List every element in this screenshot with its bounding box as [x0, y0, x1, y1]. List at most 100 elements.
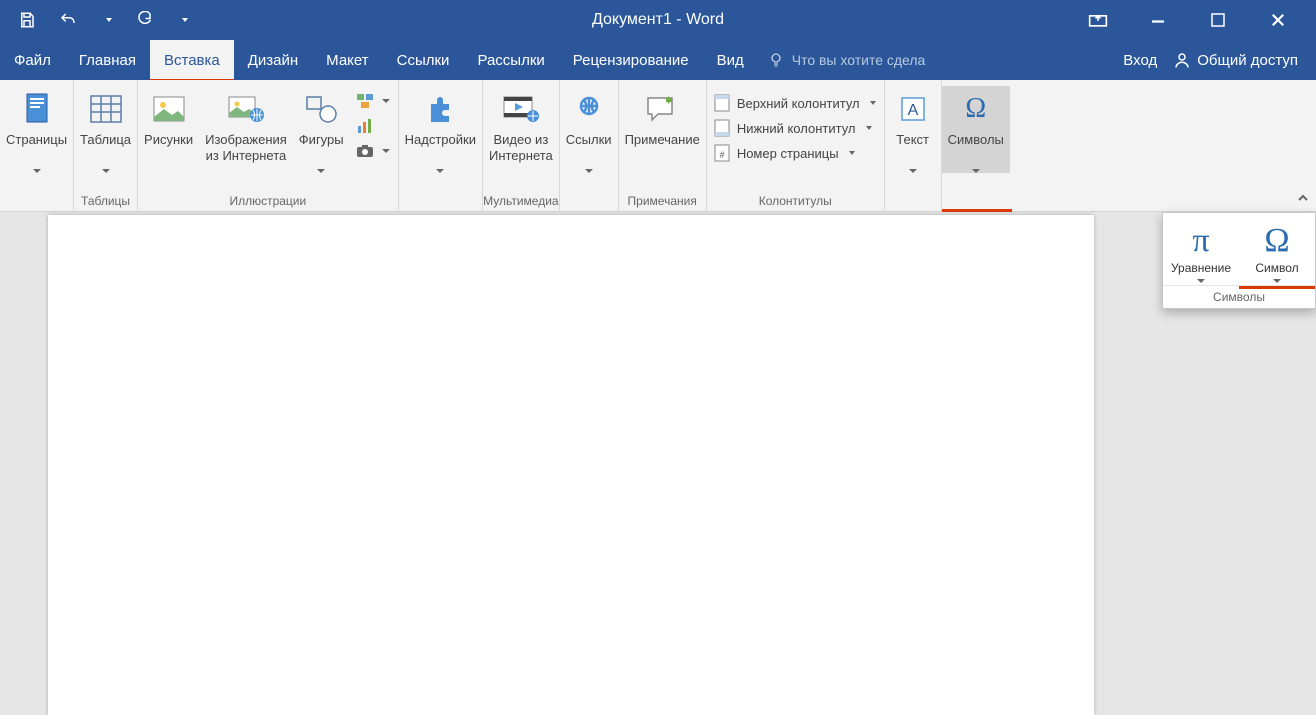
symbols-dropdown-panel: π Уравнение Ω Символ Символы: [1162, 212, 1316, 309]
quick-access-toolbar: [0, 11, 188, 29]
pages-label: Страницы: [6, 132, 67, 148]
ribbon: Страницы Таблица Таблицы Рисун: [0, 80, 1316, 212]
person-icon: [1173, 51, 1191, 69]
symbol-highlight-bar: [1239, 286, 1315, 289]
text-button[interactable]: A Текст: [885, 86, 941, 173]
symbol-button[interactable]: Ω Символ: [1239, 217, 1315, 285]
page-icon: [23, 88, 51, 130]
addins-label: Надстройки: [405, 132, 476, 148]
text-label: Текст: [896, 132, 929, 148]
symbols-label: Символы: [948, 132, 1004, 148]
document-page[interactable]: [48, 215, 1094, 715]
pages-button[interactable]: Страницы: [0, 86, 73, 173]
tab-insert[interactable]: Вставка: [150, 40, 234, 80]
title-bar: Документ1 - Word: [0, 0, 1316, 40]
undo-dropdown[interactable]: [100, 18, 112, 22]
login-button[interactable]: Вход: [1123, 52, 1157, 69]
footer-label: Нижний колонтитул: [737, 121, 856, 136]
comments-group-label: Примечания: [619, 190, 706, 211]
pi-icon: π: [1192, 219, 1209, 261]
pictures-button[interactable]: Рисунки: [138, 86, 199, 166]
tab-design[interactable]: Дизайн: [234, 40, 312, 80]
close-icon[interactable]: [1268, 10, 1288, 30]
comment-icon: [644, 88, 680, 130]
equation-label: Уравнение: [1171, 261, 1231, 275]
shapes-label: Фигуры: [299, 132, 344, 148]
tell-me-placeholder: Что вы хотите сдела: [792, 52, 926, 68]
tab-review[interactable]: Рецензирование: [559, 40, 703, 80]
picture-icon: [152, 88, 186, 130]
tab-layout[interactable]: Макет: [312, 40, 382, 80]
save-icon[interactable]: [18, 11, 36, 29]
page-number-icon: #: [713, 144, 731, 162]
share-button[interactable]: Общий доступ: [1173, 51, 1298, 69]
window-title: Документ1 - Word: [592, 11, 724, 29]
tab-home[interactable]: Главная: [65, 40, 150, 80]
online-pictures-button[interactable]: Изображения из Интернета: [199, 86, 293, 166]
shapes-button[interactable]: Фигуры: [293, 86, 350, 173]
chevron-down-icon: [102, 169, 110, 173]
table-label: Таблица: [80, 132, 131, 148]
hf-group-label: Колонтитулы: [707, 190, 884, 211]
textbox-icon: A: [899, 88, 927, 130]
chevron-down-icon: [382, 99, 390, 103]
video-icon: [502, 88, 540, 130]
table-button[interactable]: Таблица: [74, 86, 137, 173]
tab-references[interactable]: Ссылки: [383, 40, 464, 80]
qat-customize-dropdown[interactable]: [176, 18, 188, 22]
symbol-label: Символ: [1255, 261, 1298, 275]
links-button[interactable]: Ссылки: [560, 86, 618, 173]
window-controls: [1088, 10, 1316, 30]
omega-icon: Ω: [965, 88, 986, 130]
chevron-down-icon: [1273, 279, 1281, 283]
screenshot-button[interactable]: [354, 140, 392, 162]
chevron-down-icon: [972, 169, 980, 173]
tab-file[interactable]: Файл: [0, 40, 65, 80]
page-number-label: Номер страницы: [737, 146, 839, 161]
chart-icon: [356, 117, 374, 135]
maximize-icon[interactable]: [1208, 10, 1228, 30]
collapse-ribbon-button[interactable]: [1294, 189, 1312, 207]
page-number-button[interactable]: # Номер страницы: [711, 142, 878, 164]
video-label2: Интернета: [489, 148, 553, 164]
links-label: Ссылки: [566, 132, 612, 148]
symbols-button[interactable]: Ω Символы: [942, 86, 1010, 173]
online-pictures-label2: из Интернета: [205, 148, 287, 164]
link-icon: [574, 88, 604, 130]
smartart-button[interactable]: [354, 90, 392, 112]
svg-text:#: #: [719, 150, 724, 160]
tab-view[interactable]: Вид: [703, 40, 758, 80]
addins-button[interactable]: Надстройки: [399, 86, 482, 173]
illustrations-group-label: Иллюстрации: [138, 190, 398, 211]
header-icon: [713, 94, 731, 112]
comment-button[interactable]: Примечание: [619, 86, 706, 166]
online-video-button[interactable]: Видео из Интернета: [483, 86, 559, 166]
header-button[interactable]: Верхний колонтитул: [711, 92, 878, 114]
undo-icon[interactable]: [58, 11, 78, 29]
share-label: Общий доступ: [1197, 52, 1298, 69]
document-area: π Уравнение Ω Символ Символы: [0, 212, 1316, 637]
addins-icon: [425, 88, 455, 130]
equation-button[interactable]: π Уравнение: [1163, 217, 1239, 285]
svg-text:A: A: [907, 102, 918, 119]
comment-label: Примечание: [625, 132, 700, 148]
minimize-icon[interactable]: [1148, 10, 1168, 30]
online-picture-icon: [227, 88, 265, 130]
redo-icon[interactable]: [134, 11, 154, 29]
tab-mailings[interactable]: Рассылки: [463, 40, 558, 80]
chevron-down-icon: [33, 169, 41, 173]
ribbon-display-options-icon[interactable]: [1088, 10, 1108, 30]
chevron-down-icon: [909, 169, 917, 173]
video-label1: Видео из: [489, 132, 553, 148]
chevron-down-icon: [317, 169, 325, 173]
chevron-down-icon: [585, 169, 593, 173]
header-label: Верхний колонтитул: [737, 96, 860, 111]
smartart-icon: [356, 92, 374, 110]
chevron-down-icon: [1197, 279, 1205, 283]
online-pictures-label1: Изображения: [205, 132, 287, 148]
footer-button[interactable]: Нижний колонтитул: [711, 117, 878, 139]
screenshot-icon: [356, 142, 374, 160]
chart-button[interactable]: [354, 115, 392, 137]
tell-me-search[interactable]: Что вы хотите сдела: [768, 40, 926, 80]
pictures-label: Рисунки: [144, 132, 193, 148]
